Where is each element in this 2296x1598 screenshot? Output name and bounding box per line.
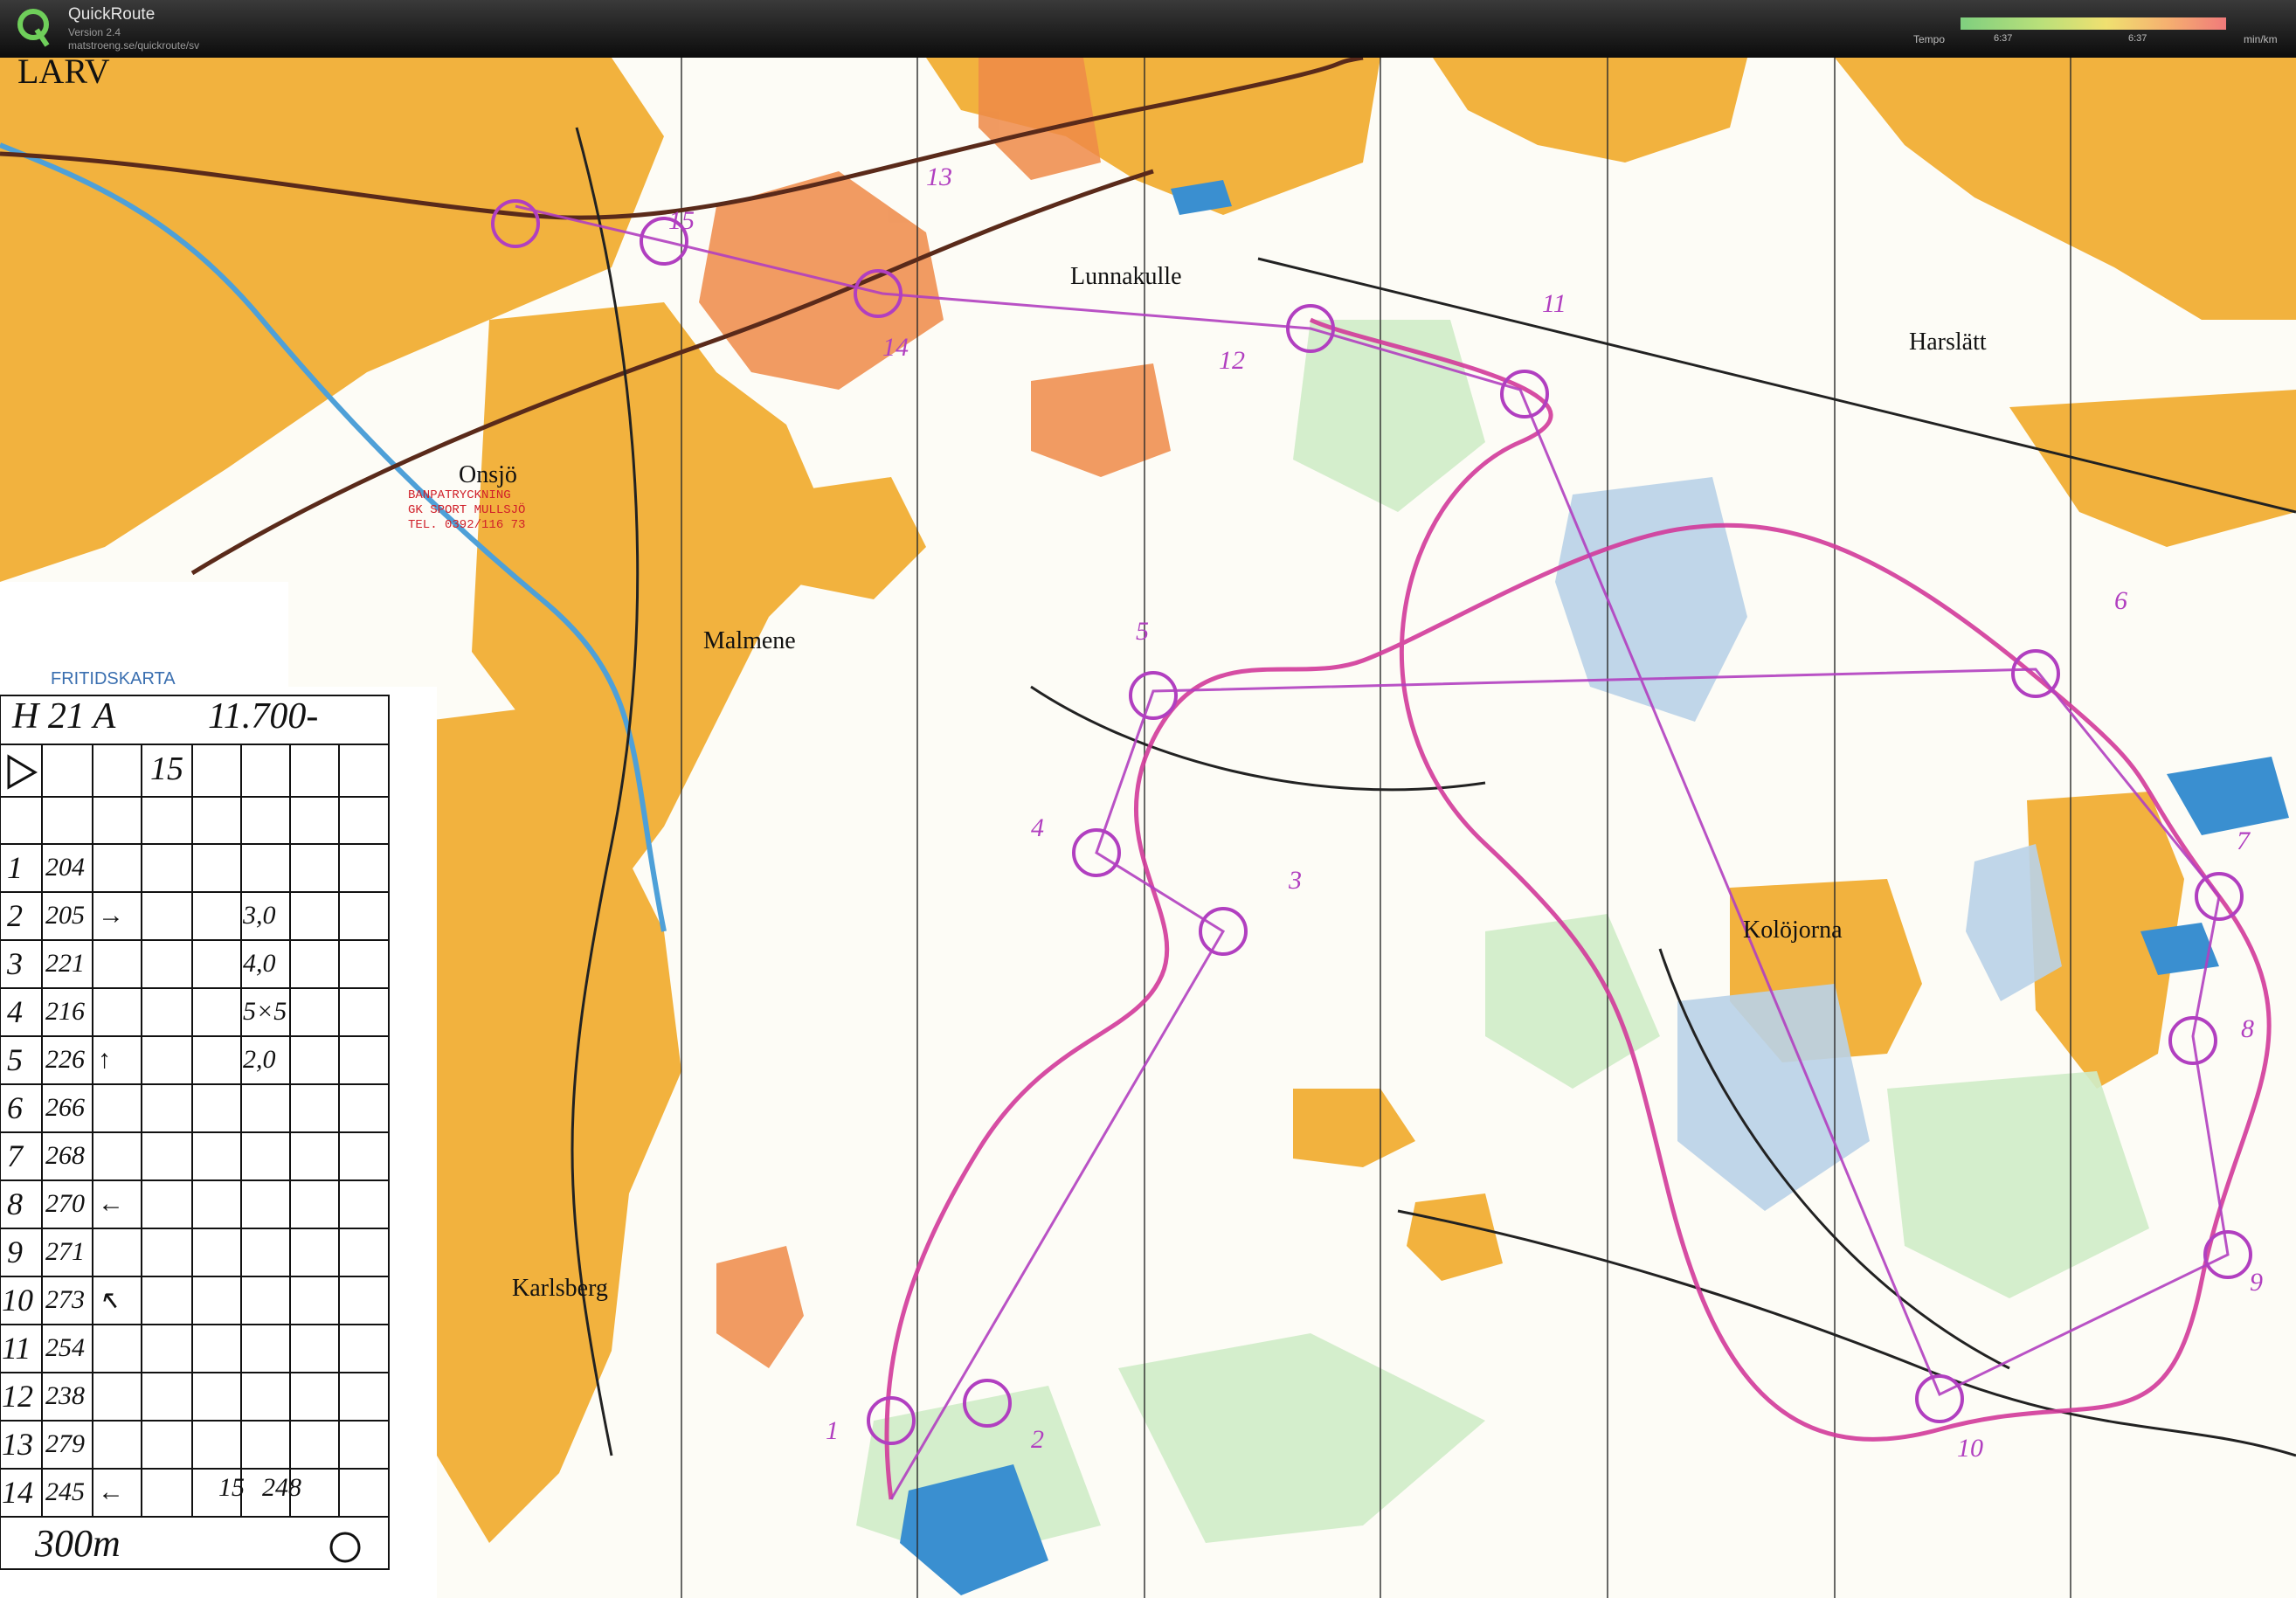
- control-number-7: 7: [2237, 827, 2250, 855]
- control-number-3: 3: [1289, 866, 1302, 895]
- card-row-dimension: 3,0: [243, 901, 276, 930]
- app-header: QuickRoute Version 2.4 matstroeng.se/qui…: [0, 0, 2296, 58]
- place-name-lunnakulle: Lunnakulle: [1070, 263, 1182, 290]
- card-row-dimension: 4,0: [243, 949, 276, 978]
- control-number-12: 12: [1219, 346, 1245, 375]
- card-row-number: 13: [2, 1427, 33, 1462]
- card-row-code: 238: [45, 1381, 85, 1410]
- stamp-line-2: GK SPORT MULLSJÖ: [408, 503, 526, 517]
- stamp-line-1: BANPATRYCKNING: [408, 488, 511, 502]
- card-row-code: 273: [45, 1285, 85, 1314]
- place-name-onsjo: Onsjö: [459, 461, 517, 488]
- place-name-kolojorna: Kolöjorna: [1743, 917, 1843, 944]
- card-class: H 21 A: [12, 696, 116, 737]
- card-row-direction: ←: [98, 1477, 124, 1506]
- card-length: 11.700-: [208, 696, 319, 737]
- card-row-code: 205: [45, 901, 85, 930]
- card-row-code: 254: [45, 1333, 85, 1362]
- control-number-8: 8: [2241, 1014, 2254, 1043]
- tempo-tick-left: 6:37: [1994, 33, 2013, 44]
- card-row-code: 271: [45, 1237, 85, 1266]
- control-number-4: 4: [1031, 813, 1044, 842]
- control-number-1: 1: [826, 1416, 839, 1445]
- card-row-code: 245: [45, 1477, 85, 1506]
- card-row-15-number: 15: [218, 1473, 245, 1502]
- card-row-code: 268: [45, 1141, 85, 1170]
- stamp-line-3: TEL. 0392/116 73: [408, 518, 526, 532]
- quickroute-logo-icon: [17, 9, 50, 47]
- card-row-number: 8: [7, 1186, 23, 1221]
- card-row-number: 12: [2, 1379, 33, 1414]
- place-name-harslatt: Harslätt: [1909, 329, 1987, 356]
- control-number-15: 15: [668, 206, 695, 235]
- card-row-number: 14: [2, 1475, 33, 1510]
- card-row-direction: ↖: [98, 1286, 121, 1315]
- orienteering-map[interactable]: LARV Lunnakulle Harslätt Onsjö Malmene K…: [0, 52, 2296, 1598]
- card-finish-distance: 300m: [35, 1522, 121, 1565]
- app-title: QuickRoute: [68, 5, 156, 24]
- place-name-karlsberg: Karlsberg: [512, 1275, 608, 1302]
- card-row-code: 204: [45, 853, 85, 882]
- card-row-code: 266: [45, 1093, 85, 1122]
- tempo-tick-right: 6:37: [2128, 33, 2147, 44]
- control-number-10: 10: [1957, 1434, 1983, 1463]
- place-name-malmene: Malmene: [703, 627, 796, 654]
- control-number-2: 2: [1031, 1425, 1044, 1454]
- card-row-number: 10: [2, 1283, 33, 1318]
- control-number-6: 6: [2114, 586, 2127, 615]
- card-row-number: 2: [7, 898, 23, 933]
- card-row-number: 1: [7, 850, 23, 885]
- place-name-larv: LARV: [17, 52, 110, 91]
- tempo-label: Tempo: [1913, 33, 1946, 45]
- card-row-number: 6: [7, 1090, 23, 1125]
- card-row-number: 9: [7, 1235, 23, 1269]
- card-row-number: 7: [7, 1138, 23, 1173]
- control-number-14: 14: [882, 333, 909, 362]
- fritidskarta-label: FRITIDSKARTA: [51, 669, 176, 688]
- card-row-code: 279: [45, 1429, 85, 1458]
- card-row-code: 226: [45, 1045, 85, 1074]
- card-row-dimension: 2,0: [243, 1045, 276, 1074]
- tempo-color-scale: [1961, 17, 2226, 30]
- card-row-direction: ←: [98, 1189, 124, 1218]
- card-row-number: 5: [7, 1042, 23, 1077]
- app-version: Version 2.4: [68, 26, 121, 38]
- control-number-5: 5: [1136, 617, 1149, 646]
- card-row-number: 11: [2, 1331, 31, 1366]
- control-number-9: 9: [2250, 1268, 2263, 1297]
- card-row-direction: ↑: [98, 1045, 111, 1074]
- card-row-number: 3: [7, 946, 23, 981]
- card-row-code: 216: [45, 997, 85, 1026]
- card-row-code: 270: [45, 1189, 85, 1218]
- app-url[interactable]: matstroeng.se/quickroute/sv: [68, 39, 199, 52]
- control-number-11: 11: [1542, 289, 1566, 318]
- card-start-symbol: 15: [150, 751, 183, 787]
- card-row-code: 221: [45, 949, 85, 978]
- card-row-dimension: 5×5: [243, 997, 287, 1026]
- tempo-unit: min/km: [2244, 33, 2278, 45]
- card-row-number: 4: [7, 994, 23, 1029]
- card-row-15-code: 248: [262, 1473, 301, 1502]
- card-row-direction: →: [98, 901, 124, 930]
- control-number-13: 13: [926, 163, 952, 191]
